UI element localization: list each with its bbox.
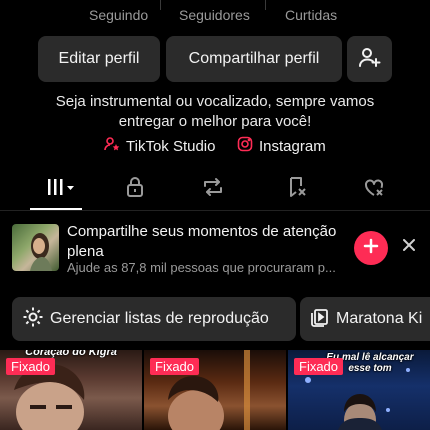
instagram-icon (237, 136, 253, 156)
manage-playlists-label: Gerenciar listas de reprodução (50, 310, 269, 327)
pinned-badge: Fixado (6, 358, 56, 375)
bio-line: Seja instrumental ou vocalizado, sempre … (55, 93, 375, 110)
repost-icon (201, 176, 225, 203)
playlist-label: Maratona Ki (336, 310, 423, 327)
edit-profile-button[interactable]: Editar perfil (38, 36, 160, 82)
playlist-bar: Gerenciar listas de reprodução Maratona … (0, 297, 430, 341)
bio-line: entregar o melhor para você! (118, 113, 312, 130)
close-icon (403, 238, 415, 256)
instagram-link[interactable]: Instagram (237, 136, 326, 156)
tab-videos[interactable] (42, 174, 80, 204)
bookmark-icon (285, 176, 309, 203)
banner-title: Compartilhe seus momentos de atenção ple… (67, 223, 337, 260)
pinned-badge: Fixado (294, 358, 344, 375)
create-post-button[interactable] (354, 231, 388, 265)
edit-profile-label: Editar perfil (58, 50, 140, 67)
plus-icon (363, 238, 379, 259)
banner-subtitle: Ajude as 87,8 mil pessoas que procuraram… (67, 260, 336, 275)
tiktok-studio-label: TikTok Studio (126, 137, 216, 155)
stat-divider (265, 0, 266, 10)
followers-label[interactable]: Seguidores (179, 7, 250, 23)
video-caption: Coração do Kigra (25, 350, 117, 358)
profile-stats: Seguindo Seguidores Curtidas (0, 0, 430, 30)
close-banner-button[interactable] (400, 238, 418, 256)
add-friend-button[interactable] (347, 36, 392, 82)
profile-tabs (0, 170, 430, 210)
video-thumbnail[interactable]: Coração do Kigra Fixado (0, 350, 142, 430)
tiktok-studio-link[interactable]: TikTok Studio (104, 136, 215, 156)
tab-saved[interactable] (280, 174, 314, 204)
share-profile-label: Compartilhar perfil (188, 50, 320, 67)
instagram-label: Instagram (259, 137, 326, 155)
tab-liked[interactable] (357, 174, 391, 204)
following-label[interactable]: Seguindo (89, 7, 148, 23)
likes-label: Curtidas (285, 7, 338, 23)
video-thumbnail[interactable]: Eu mal lê alcançar esse tom Fixado (288, 350, 430, 430)
gear-icon (22, 306, 44, 333)
tab-private[interactable] (118, 174, 152, 204)
studio-icon (104, 136, 120, 156)
tab-reposts[interactable] (196, 174, 230, 204)
profile-links: TikTok Studio Instagram (0, 136, 430, 156)
playlist-icon (310, 307, 330, 332)
grid-icon (46, 177, 76, 202)
share-profile-button[interactable]: Compartilhar perfil (166, 36, 342, 82)
share-moments-banner[interactable]: Compartilhe seus momentos de atenção ple… (0, 216, 430, 282)
manage-playlists-button[interactable]: Gerenciar listas de reprodução (12, 297, 296, 341)
video-grid: Coração do Kigra Fixado Fixado Eu mal lê… (0, 350, 430, 430)
pinned-badge: Fixado (150, 358, 200, 375)
profile-bio: Seja instrumental ou vocalizado, sempre … (0, 92, 430, 132)
playlist-chip[interactable]: Maratona Ki (300, 297, 430, 341)
liked-icon (362, 176, 386, 203)
stat-divider (160, 0, 161, 10)
banner-thumbnail (12, 224, 59, 271)
lock-icon (124, 176, 146, 203)
tabs-divider (0, 210, 430, 211)
add-user-icon (358, 45, 382, 74)
video-thumbnail[interactable]: Fixado (144, 350, 286, 430)
